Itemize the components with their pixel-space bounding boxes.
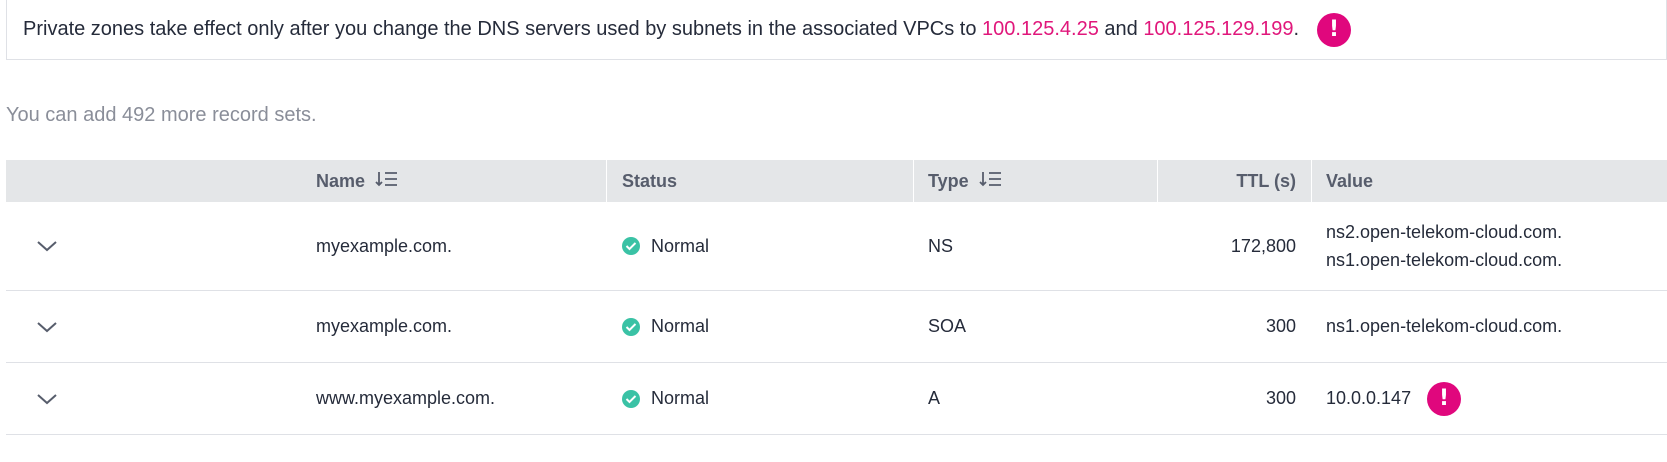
status-label: Normal [651,388,710,408]
record-ttl: 172,800 [1230,235,1296,256]
table-row: myexample.com. Normal SOA 300 ns1.open-t… [6,291,1667,363]
value-line: ns1.open-telekom-cloud.com. [1326,316,1563,336]
status-column-header: Status [622,170,678,191]
expand-chevron-icon[interactable] [36,363,58,434]
expand-chevron-icon[interactable] [36,202,58,290]
table-row: myexample.com. Normal NS 172,800 ns2.ope… [6,202,1667,291]
value-line: ns2.open-telekom-cloud.com. [1326,222,1563,242]
alert-icon: ! [1427,381,1462,416]
status-cell: Normal [622,363,709,434]
status-label: Normal [651,235,710,256]
value-line: ns1.open-telekom-cloud.com. [1326,250,1563,270]
check-circle-icon [622,237,640,255]
dns-server-1: 100.125.4.25 [982,18,1099,40]
record-type: A [928,388,941,408]
record-name: www.myexample.com. [316,388,496,408]
expand-chevron-icon[interactable] [36,291,58,362]
ttl-column-header: TTL (s) [1236,170,1296,191]
record-type: NS [928,235,954,256]
status-cell: Normal [622,202,709,290]
record-name: myexample.com. [316,235,453,256]
value-line: 10.0.0.147 [1326,388,1412,408]
value-column-header: Value [1326,170,1374,191]
record-value: ns1.open-telekom-cloud.com. [1326,291,1562,362]
name-column-header[interactable]: Name [316,160,399,202]
record-ttl: 300 [1265,316,1296,336]
status-label: Normal [651,316,710,336]
record-value: 10.0.0.147 ! [1326,363,1462,434]
sort-icon[interactable] [979,169,1003,194]
quota-text: You can add 492 more record sets. [6,104,317,126]
check-circle-icon [622,389,640,408]
record-value: ns2.open-telekom-cloud.com. ns1.open-tel… [1326,202,1562,290]
record-ttl: 300 [1265,388,1296,408]
record-sets-table: Name Status Type TTL (s) Value myexample… [6,160,1667,435]
dns-server-2: 100.125.129.199 [1143,18,1294,40]
check-circle-icon [622,317,640,336]
record-name: myexample.com. [316,316,453,336]
sort-icon[interactable] [375,169,399,194]
type-column-header[interactable]: Type [928,160,1003,202]
dns-notice-banner: Private zones take effect only after you… [6,0,1667,60]
record-type: SOA [928,316,967,336]
status-cell: Normal [622,291,709,362]
notice-text: Private zones take effect only after you… [23,18,1300,40]
table-row: www.myexample.com. Normal A 300 10.0.0.1… [6,363,1667,435]
alert-icon: ! [1317,12,1352,47]
table-header: Name Status Type TTL (s) Value [6,160,1667,202]
